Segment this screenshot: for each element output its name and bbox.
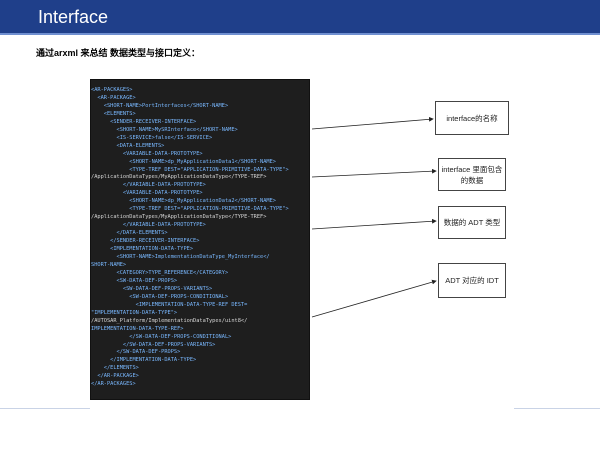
bottom-divider-left [0, 408, 90, 409]
callout-adt-to-idt: ADT 对应的 IDT [438, 263, 506, 298]
arrow-4 [311, 279, 437, 318]
arrow-2 [311, 168, 437, 178]
arrow-1 [311, 116, 434, 130]
callout-adt-type: 数据的 ADT 类型 [438, 206, 506, 239]
arrow-3 [311, 218, 437, 230]
callout-interface-name: interface的名称 [435, 101, 509, 135]
bottom-divider-right [514, 408, 600, 409]
arrow-layer [311, 116, 437, 318]
callout-interface-data: interface 里面包含的数据 [438, 158, 506, 191]
